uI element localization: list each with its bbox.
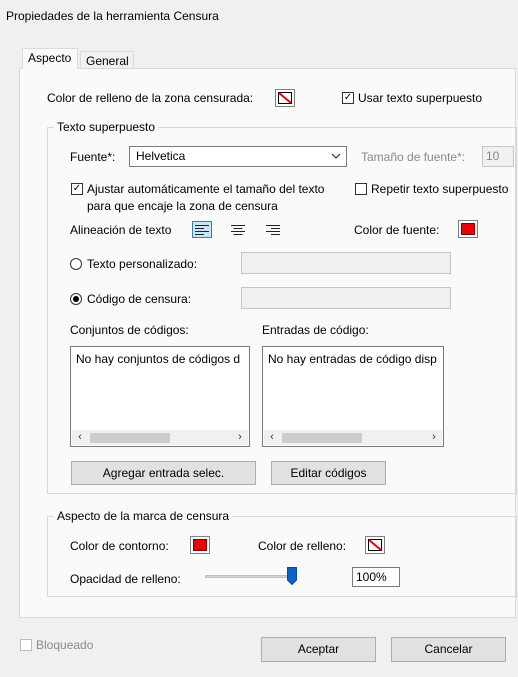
locked-checkbox[interactable]	[20, 639, 32, 651]
code-sets-label: Conjuntos de códigos:	[70, 323, 189, 337]
redaction-code-radio[interactable]	[70, 293, 82, 305]
tab-aspecto[interactable]: Aspecto	[22, 48, 78, 69]
tab-general[interactable]: General	[80, 51, 134, 69]
mark-fill-color-button[interactable]	[365, 536, 385, 554]
cancel-button[interactable]: Cancelar	[391, 637, 506, 662]
locked-label: Bloqueado	[36, 638, 94, 652]
align-center-icon	[231, 225, 245, 235]
autofit-label-line1: Ajustar automáticamente el tamaño del te…	[87, 182, 325, 196]
add-entry-button[interactable]: Agregar entrada selec.	[71, 461, 256, 485]
align-right-button[interactable]	[263, 221, 283, 238]
overlay-text-label: Usar texto superpuesto	[358, 91, 483, 105]
repeat-overlay-checkbox[interactable]	[355, 183, 367, 195]
list-item[interactable]: No hay conjuntos de códigos d	[76, 352, 240, 366]
outline-color-label: Color de contorno:	[70, 539, 169, 553]
opacity-input[interactable]: 100%	[352, 567, 400, 587]
opacity-slider-track[interactable]	[205, 575, 297, 578]
font-select[interactable]: Helvetica	[129, 146, 347, 167]
no-color-icon	[278, 92, 292, 104]
repeat-overlay-label: Repetir texto superpuesto	[371, 182, 509, 196]
custom-text-input[interactable]	[241, 252, 451, 274]
font-color-button[interactable]	[458, 220, 478, 238]
opacity-label: Opacidad de relleno:	[70, 572, 181, 586]
window-title: Propiedades de la herramienta Censura	[6, 9, 219, 23]
no-color-icon	[368, 539, 382, 551]
code-entries-label: Entradas de código:	[262, 323, 369, 337]
opacity-slider-thumb[interactable]	[287, 567, 297, 585]
align-right-icon	[266, 225, 280, 235]
horizontal-scrollbar[interactable]: ‹ ›	[72, 430, 248, 445]
font-size-input[interactable]: 10	[482, 146, 514, 167]
outline-color-swatch	[193, 539, 207, 551]
edit-codes-button[interactable]: Editar códigos	[271, 461, 386, 485]
code-sets-list[interactable]: No hay conjuntos de códigos d ‹ ›	[70, 346, 250, 447]
align-center-button[interactable]	[228, 221, 248, 238]
font-color-swatch	[461, 223, 475, 235]
autofit-label-line2: para que encaje la zona de censura	[87, 199, 278, 213]
font-label: Fuente*:	[70, 150, 116, 164]
redaction-code-input[interactable]	[241, 287, 451, 309]
fill-color-button[interactable]	[275, 89, 295, 107]
code-entries-list[interactable]: No hay entradas de código disp ‹ ›	[262, 346, 444, 447]
overlay-text-checkbox[interactable]: ✓	[342, 92, 354, 104]
chevron-right-icon[interactable]: ›	[426, 430, 442, 445]
chevron-down-icon	[331, 153, 341, 159]
scrollbar-thumb[interactable]	[90, 433, 170, 443]
mark-appearance-legend: Aspecto de la marca de censura	[54, 509, 233, 523]
align-left-icon	[195, 225, 209, 235]
alignment-label: Alineación de texto	[70, 223, 172, 237]
chevron-left-icon[interactable]: ‹	[264, 430, 280, 445]
custom-text-radio[interactable]	[70, 258, 82, 270]
font-size-label: Tamaño de fuente*:	[361, 150, 466, 164]
fill-color-label: Color de relleno de la zona censurada:	[47, 91, 254, 105]
list-item[interactable]: No hay entradas de código disp	[268, 352, 437, 366]
font-value: Helvetica	[136, 149, 186, 163]
overlay-text-legend: Texto superpuesto	[54, 120, 159, 134]
redaction-code-label: Código de censura:	[87, 292, 192, 306]
custom-text-label: Texto personalizado:	[87, 257, 198, 271]
font-color-label: Color de fuente:	[354, 223, 440, 237]
chevron-right-icon[interactable]: ›	[232, 430, 248, 445]
ok-button[interactable]: Aceptar	[261, 637, 376, 662]
autofit-checkbox[interactable]: ✓	[71, 183, 83, 195]
chevron-left-icon[interactable]: ‹	[72, 430, 88, 445]
mark-fill-color-label: Color de relleno:	[258, 539, 347, 553]
align-left-button[interactable]	[192, 221, 212, 238]
outline-color-button[interactable]	[190, 536, 210, 554]
scrollbar-thumb[interactable]	[282, 433, 362, 443]
horizontal-scrollbar[interactable]: ‹ ›	[264, 430, 442, 445]
